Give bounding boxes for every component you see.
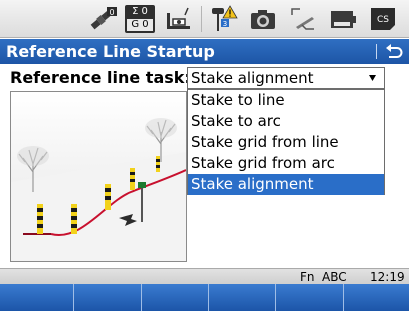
- content-area: Reference line task: Stake alignment Sta…: [0, 64, 409, 268]
- softkey-status-bar: Fn ABC 12:19: [0, 268, 409, 284]
- chevron-down-icon: [369, 75, 376, 81]
- sigma-counter-bottom: G 0: [127, 19, 153, 31]
- softkey-f6[interactable]: [344, 284, 409, 311]
- dropdown-option-stake-grid-from-line[interactable]: Stake grid from line: [188, 132, 384, 153]
- satellite-icon[interactable]: 0: [88, 5, 118, 33]
- fn-indicator: Fn: [300, 270, 315, 284]
- sigma-counter-top: Σ 0: [127, 6, 153, 18]
- dropdown-option-stake-alignment[interactable]: Stake alignment: [188, 174, 384, 195]
- level-bubble-icon[interactable]: [164, 5, 194, 33]
- task-dropdown-list: Stake to line Stake to arc Stake grid fr…: [187, 89, 385, 195]
- softkey-f1[interactable]: [0, 284, 74, 311]
- softkey-f5[interactable]: [276, 284, 344, 311]
- softkey-f4[interactable]: [209, 284, 276, 311]
- task-select-value: Stake alignment: [191, 69, 314, 87]
- softkey-f3[interactable]: [142, 284, 209, 311]
- title-bar: Reference Line Startup: [0, 39, 409, 64]
- task-label: Reference line task:: [10, 68, 191, 87]
- compass-orientation-icon[interactable]: [288, 5, 318, 33]
- battery-icon[interactable]: [328, 5, 358, 33]
- softkey-f2[interactable]: [74, 284, 142, 311]
- reference-line-illustration: [10, 91, 187, 262]
- stakeout-scene-icon: [11, 92, 186, 261]
- satellite-count: 0: [109, 8, 114, 17]
- status-bar: 0 Σ 0 G 0 3 CS: [0, 0, 409, 38]
- input-mode-indicator: ABC: [322, 270, 347, 284]
- back-icon[interactable]: [384, 42, 404, 61]
- dropdown-option-stake-to-line[interactable]: Stake to line: [188, 90, 384, 111]
- status-separator: [201, 6, 202, 32]
- title-divider: [376, 44, 377, 59]
- dropdown-option-stake-grid-from-arc[interactable]: Stake grid from arc: [188, 153, 384, 174]
- rover-antenna-warning-icon[interactable]: 3: [208, 5, 238, 33]
- camera-icon[interactable]: [248, 5, 278, 33]
- task-select[interactable]: Stake alignment: [187, 67, 385, 89]
- svg-text:3: 3: [223, 20, 227, 28]
- sigma-counter-icon[interactable]: Σ 0 G 0: [125, 5, 155, 33]
- clock: 12:19: [370, 270, 405, 284]
- page-title: Reference Line Startup: [6, 42, 215, 61]
- softkey-bar: [0, 284, 409, 311]
- storage-card-icon[interactable]: CS: [368, 5, 398, 33]
- dropdown-option-stake-to-arc[interactable]: Stake to arc: [188, 111, 384, 132]
- storage-card-label: CS: [377, 15, 389, 25]
